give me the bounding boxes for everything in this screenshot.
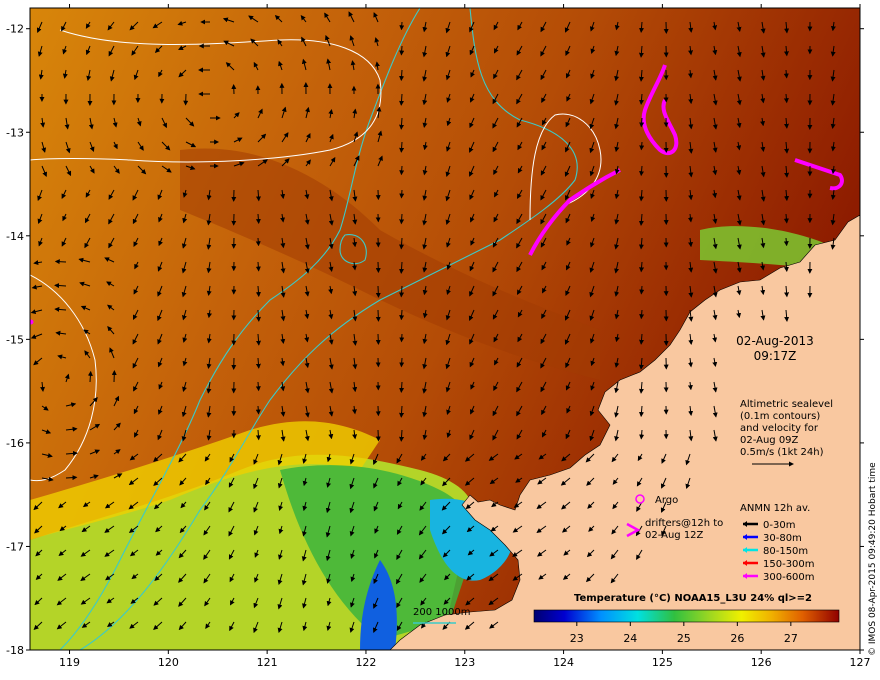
current-arrow xyxy=(783,237,789,247)
colorbar-title: Temperature (°C) NOAA15_L3U 24% ql>=2 xyxy=(574,593,812,604)
current-arrow xyxy=(399,357,405,368)
current-arrow xyxy=(399,141,405,153)
altimetry-line-5: 0.5m/s (1kt 24h) xyxy=(740,447,824,458)
altimetry-line-2: (0.1m contours) xyxy=(740,411,820,422)
current-arrow xyxy=(54,259,67,265)
depth-legend-label: 150-300m xyxy=(763,559,815,570)
current-arrow xyxy=(399,165,405,176)
colorbar-tick-label: 25 xyxy=(677,632,691,645)
lon-tick-label: 121 xyxy=(257,656,278,669)
lat-tick-label: -13 xyxy=(6,126,24,139)
depth-legend-label: 300-600m xyxy=(763,572,815,583)
lon-tick-label: 123 xyxy=(454,656,475,669)
depth-legend-label: 80-150m xyxy=(763,546,808,557)
credit-line: © IMOS 08-Apr-2015 09:49:20 Hobart time xyxy=(868,462,878,656)
current-arrow xyxy=(399,309,405,321)
argo-float-marker xyxy=(30,319,34,325)
current-arrow xyxy=(255,381,261,392)
current-arrow xyxy=(255,237,261,247)
map-plot-area xyxy=(30,8,860,650)
lon-tick-label: 122 xyxy=(355,656,376,669)
current-arrow xyxy=(87,370,93,383)
lon-tick-label: 126 xyxy=(751,656,772,669)
colorbar: Temperature (°C) NOAA15_L3U 24% ql>=2 23… xyxy=(533,593,840,645)
current-arrow xyxy=(399,69,405,82)
lon-tick-label: 125 xyxy=(652,656,673,669)
altimetry-line-3: and velocity for xyxy=(740,423,819,434)
lat-tick-label: -14 xyxy=(6,230,24,243)
map-time: 09:17Z xyxy=(754,349,797,363)
lat-tick-label: -12 xyxy=(6,23,24,36)
colorbar-tick-label: 26 xyxy=(730,632,744,645)
current-arrow xyxy=(639,141,645,151)
altimetry-line-4: 02-Aug 09Z xyxy=(740,435,799,446)
colorbar-tick-label: 24 xyxy=(623,632,637,645)
lat-tick-label: -16 xyxy=(6,437,24,450)
current-arrow xyxy=(639,309,645,320)
current-arrow xyxy=(399,333,405,343)
lon-tick-label: 124 xyxy=(553,656,574,669)
current-arrow xyxy=(639,285,645,295)
anmn-title: ANMN 12h av. xyxy=(740,503,810,514)
depth-legend-label: 0-30m xyxy=(763,520,795,531)
current-arrow xyxy=(783,69,789,79)
altimetry-line-1: Altimetric sealevel xyxy=(740,399,833,410)
lon-tick-label: 120 xyxy=(158,656,179,669)
current-arrow xyxy=(255,405,261,415)
depth-legend-label: 30-80m xyxy=(763,533,802,544)
current-arrow xyxy=(255,429,261,441)
current-arrow xyxy=(65,475,78,481)
current-arrow xyxy=(255,261,261,272)
drifters-label-1: drifters@12h to xyxy=(645,518,723,529)
current-arrow xyxy=(399,189,405,199)
current-arrow xyxy=(255,213,261,225)
sst-map-figure: 119 120 121 122 123 124 125 126 127 -12 -13 -14 -15… xyxy=(6,4,878,669)
current-arrow xyxy=(399,21,405,31)
colorbar-tick-label: 23 xyxy=(570,632,584,645)
isobath-label: 200 1000m xyxy=(413,607,470,618)
colorbar-gradient xyxy=(533,609,840,623)
current-arrow xyxy=(54,283,67,289)
current-arrow xyxy=(399,45,405,56)
map-date: 02-Aug-2013 xyxy=(736,334,814,348)
drifters-label-2: 02-Aug 12Z xyxy=(645,530,704,541)
lon-tick-label: 127 xyxy=(850,656,871,669)
lat-tick-label: -17 xyxy=(6,540,24,553)
current-arrow xyxy=(399,213,405,225)
argo-label: Argo xyxy=(655,495,678,506)
colorbar-tick-label: 27 xyxy=(784,632,798,645)
lat-tick-label: -15 xyxy=(6,333,24,346)
current-arrow xyxy=(399,381,405,393)
lat-tick-label: -18 xyxy=(6,644,24,657)
lon-tick-label: 119 xyxy=(59,656,80,669)
